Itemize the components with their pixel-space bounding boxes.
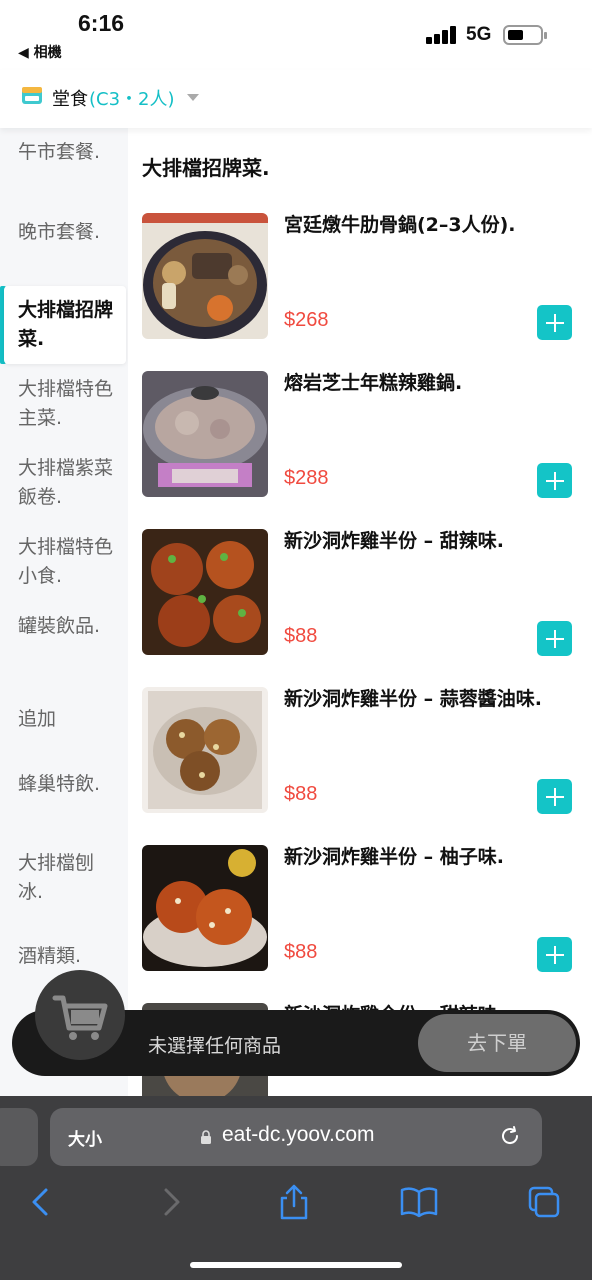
chevron-down-icon[interactable] xyxy=(187,94,199,101)
category-special-mains[interactable]: 大排檔特色主菜. xyxy=(0,375,128,433)
tabs-icon[interactable] xyxy=(524,1182,564,1222)
browser-nav-row xyxy=(0,1182,592,1226)
item-name: 新沙洞炸雞半份 – 柚子味. xyxy=(284,846,504,868)
lock-icon xyxy=(201,1130,211,1144)
sweet-spicy-chicken-image xyxy=(142,529,268,655)
item-name: 宮廷燉牛肋骨鍋(2–3人份). xyxy=(284,214,516,236)
category-dinner-set[interactable]: 晚市套餐. xyxy=(0,218,128,247)
category-signature-dishes[interactable]: 大排檔招牌菜. xyxy=(4,286,126,364)
bookmarks-icon[interactable] xyxy=(399,1182,439,1222)
category-kimbap[interactable]: 大排檔紫菜飯卷. xyxy=(0,454,128,512)
garlic-soy-chicken-image xyxy=(142,687,268,813)
category-shaved-ice[interactable]: 大排檔刨冰. xyxy=(0,849,128,907)
back-to-camera-link[interactable]: ◀ 相機 xyxy=(18,42,62,62)
menu-item[interactable]: 熔岩芝士年糕辣雞鍋. $288 xyxy=(128,371,592,499)
category-alcohol[interactable]: 酒精類. xyxy=(0,942,128,971)
menu-item[interactable]: 新沙洞炸雞半份 – 柚子味. $88 xyxy=(128,845,592,973)
add-to-cart-button[interactable] xyxy=(537,463,572,498)
table-info: (C3・2人) xyxy=(89,89,175,110)
category-canned-drinks[interactable]: 罐裝飲品. xyxy=(0,612,128,641)
previous-tab[interactable] xyxy=(0,1108,38,1166)
network-type: 5G xyxy=(466,24,492,45)
category-snacks[interactable]: 大排檔特色小食. xyxy=(0,533,128,591)
status-bar: 6:16 ◀ 相機 5G xyxy=(0,0,592,70)
item-price: $88 xyxy=(284,941,318,963)
dine-mode-label: 堂食 xyxy=(52,89,88,110)
yuzu-chicken-image xyxy=(142,845,268,971)
status-time: 6:16 xyxy=(78,10,125,36)
menu-item[interactable]: 宮廷燉牛肋骨鍋(2–3人份). $268 xyxy=(128,213,592,341)
category-lunch-set[interactable]: 午市套餐. xyxy=(0,138,128,167)
reload-icon[interactable] xyxy=(498,1124,522,1148)
item-name: 新沙洞炸雞半份 – 甜辣味. xyxy=(284,530,504,552)
item-price: $288 xyxy=(284,467,329,489)
address-bar[interactable]: 大小 eat-dc.yoov.com xyxy=(50,1108,542,1166)
menu-item[interactable]: 新沙洞炸雞半份 – 甜辣味. $88 xyxy=(128,529,592,657)
cart-empty-text: 未選擇任何商品 xyxy=(148,1035,282,1057)
category-add-on[interactable]: 追加 xyxy=(0,705,128,734)
cart-button[interactable] xyxy=(35,970,125,1060)
category-sidebar: 午市套餐. 晚市套餐. 大排檔招牌菜. 大排檔特色主菜. 大排檔紫菜飯卷. 大排… xyxy=(0,128,128,1096)
battery-icon xyxy=(503,25,547,45)
menu-item[interactable]: 新沙洞炸雞半份 – 蒜蓉醬油味. $88 xyxy=(128,687,592,815)
url-text: eat-dc.yoov.com xyxy=(222,1123,375,1146)
beef-rib-pot-image xyxy=(142,213,268,339)
category-honeycomb-drinks[interactable]: 蜂巢特飲. xyxy=(0,770,128,799)
share-icon[interactable] xyxy=(274,1182,314,1222)
browser-toolbar: 大小 eat-dc.yoov.com xyxy=(0,1096,592,1280)
item-price: $88 xyxy=(284,625,318,647)
item-price: $88 xyxy=(284,783,318,805)
add-to-cart-button[interactable] xyxy=(537,621,572,656)
signal-icon xyxy=(426,26,458,44)
cheese-rice-cake-chicken-pot-image xyxy=(142,371,268,497)
item-name: 新沙洞炸雞半份 – 蒜蓉醬油味. xyxy=(284,688,542,710)
forward-icon[interactable] xyxy=(150,1182,190,1222)
place-order-button[interactable]: 去下單 xyxy=(418,1014,576,1072)
section-title: 大排檔招牌菜. xyxy=(142,156,270,180)
cart-icon xyxy=(52,995,108,1040)
menu-item-list: 大排檔招牌菜. 宮廷燉牛肋骨鍋(2–3人份). $268 熔岩芝士年糕辣雞鍋. … xyxy=(128,128,592,1096)
add-to-cart-button[interactable] xyxy=(537,779,572,814)
home-indicator[interactable] xyxy=(190,1262,402,1268)
dine-mode-header[interactable]: 堂食 (C3・2人) xyxy=(0,70,592,128)
back-icon[interactable] xyxy=(22,1182,62,1222)
add-to-cart-button[interactable] xyxy=(537,937,572,972)
item-price: $268 xyxy=(284,309,329,331)
add-to-cart-button[interactable] xyxy=(537,305,572,340)
item-name: 熔岩芝士年糕辣雞鍋. xyxy=(284,372,463,394)
store-icon xyxy=(22,87,42,104)
text-size-button[interactable]: 大小 xyxy=(68,1125,102,1150)
